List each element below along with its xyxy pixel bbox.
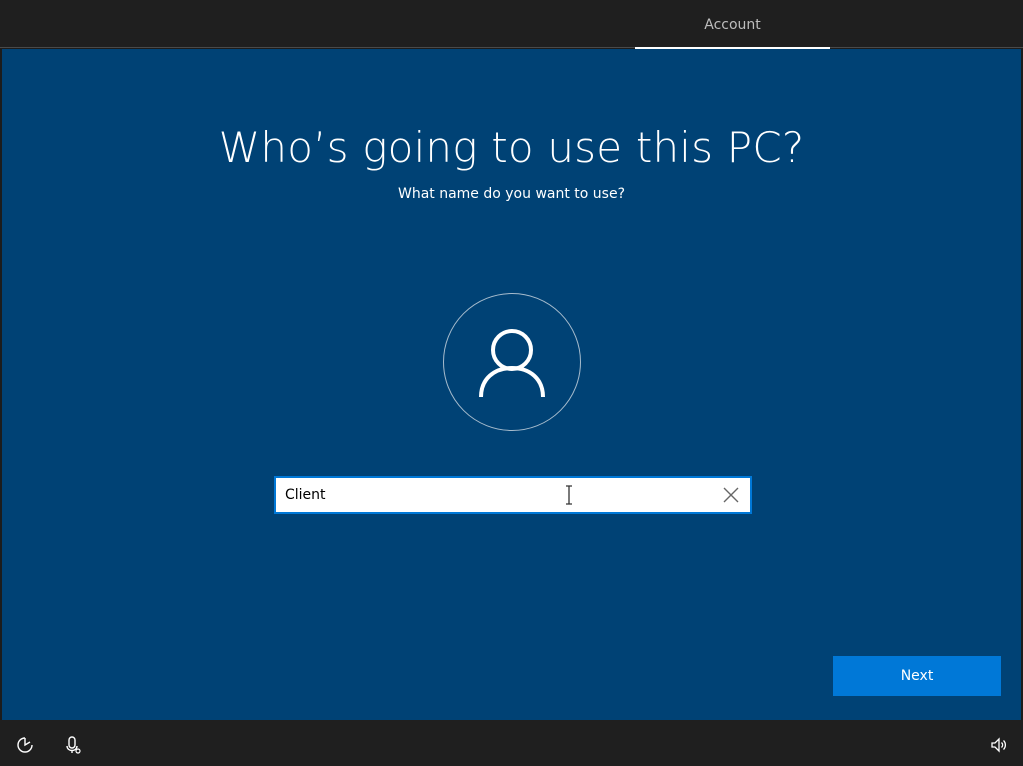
clear-button[interactable]	[718, 482, 744, 508]
volume-button[interactable]	[990, 736, 1008, 754]
microphone-icon	[66, 736, 81, 754]
user-icon	[479, 329, 545, 398]
volume-icon	[991, 737, 1007, 753]
close-icon	[723, 487, 739, 503]
step-tab-label: Account	[704, 17, 761, 33]
step-tab-account: Account	[635, 0, 830, 49]
ease-of-access-icon	[17, 737, 33, 753]
oobe-screen: Account Who’s going to use this PC? What…	[0, 0, 1023, 766]
bottom-bar	[0, 720, 1023, 766]
top-bar: Account	[0, 0, 1023, 49]
name-input[interactable]	[276, 478, 706, 512]
microphone-button[interactable]	[64, 736, 82, 754]
page-subtitle: What name do you want to use?	[397, 186, 626, 202]
page-title: Who’s going to use this PC?	[218, 123, 805, 172]
ease-of-access-button[interactable]	[16, 736, 34, 754]
main-panel: Who’s going to use this PC? What name do…	[2, 49, 1021, 720]
next-button[interactable]: Next	[833, 656, 1001, 696]
name-field	[274, 476, 752, 514]
avatar	[443, 293, 581, 431]
